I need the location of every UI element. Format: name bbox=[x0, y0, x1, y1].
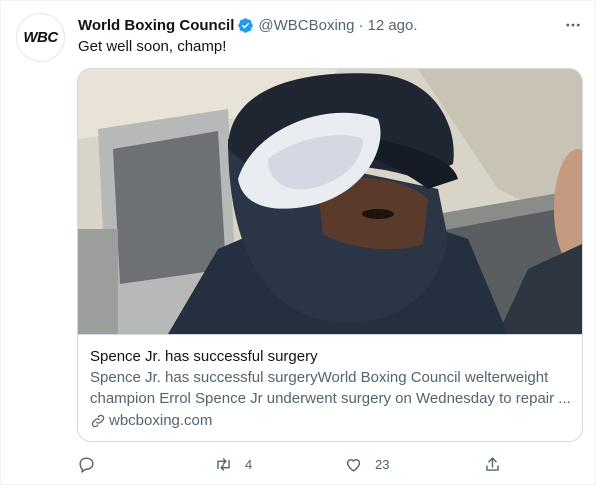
card-meta: Spence Jr. has successful surgery Spence… bbox=[78, 334, 582, 441]
card-domain-text: wbcboxing.com bbox=[109, 412, 213, 429]
reply-icon bbox=[79, 456, 94, 473]
tweet-actions: 4 23 bbox=[77, 453, 507, 475]
like-button[interactable]: 23 bbox=[344, 453, 389, 475]
retweet-button[interactable]: 4 bbox=[214, 453, 252, 475]
tweet-header: World Boxing Council @WBCBoxing · 12 ago… bbox=[78, 15, 418, 35]
separator-dot: · bbox=[358, 16, 364, 34]
card-description-line-2: champion Errol Spence Jr underwent surge… bbox=[90, 390, 570, 407]
like-icon bbox=[346, 458, 361, 472]
reply-button[interactable] bbox=[77, 453, 96, 475]
link-card[interactable]: Spence Jr. has successful surgery Spence… bbox=[77, 68, 583, 442]
card-domain[interactable]: wbcboxing.com bbox=[90, 411, 570, 431]
timestamp[interactable]: 12 ago. bbox=[367, 17, 417, 34]
share-button[interactable] bbox=[483, 453, 502, 475]
retweet-count: 4 bbox=[245, 456, 253, 472]
card-description-line-1: Spence Jr. has successful surgeryWorld B… bbox=[90, 369, 549, 386]
verified-badge-icon bbox=[238, 17, 254, 33]
avatar[interactable]: WBC bbox=[16, 13, 65, 62]
more-icon[interactable] bbox=[563, 15, 583, 35]
like-count: 23 bbox=[375, 456, 390, 472]
share-icon bbox=[486, 456, 499, 471]
card-title: Spence Jr. has successful surgery bbox=[90, 348, 318, 365]
display-name[interactable]: World Boxing Council bbox=[78, 17, 234, 34]
user-handle[interactable]: @WBCBoxing bbox=[258, 17, 354, 34]
avatar-logo-text: WBC bbox=[23, 29, 58, 46]
tweet[interactable]: WBC World Boxing Council @WBCBoxing · 12… bbox=[0, 0, 596, 485]
card-image bbox=[78, 69, 582, 334]
retweet-icon bbox=[217, 457, 230, 471]
tweet-text: Get well soon, champ! bbox=[78, 38, 227, 55]
link-icon bbox=[91, 414, 105, 428]
